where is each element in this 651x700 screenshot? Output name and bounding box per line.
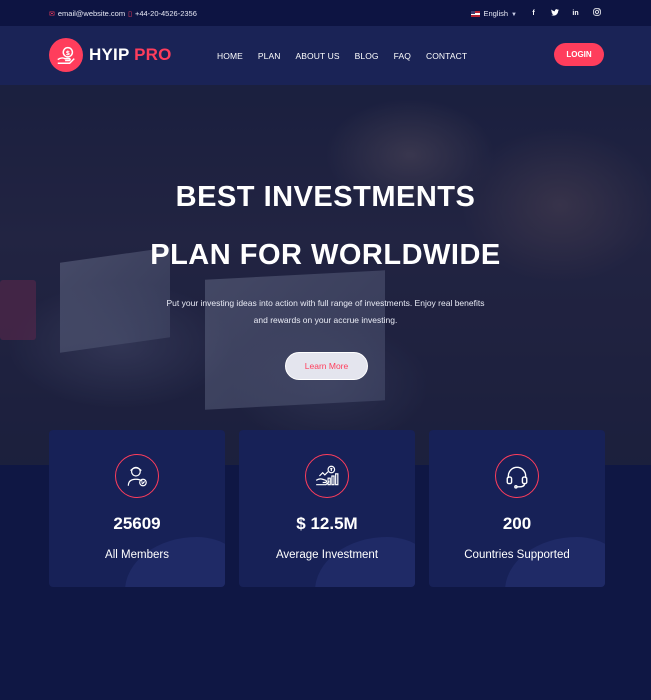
main-header: $ HYIP PRO HOME PLAN ABOUT US BLOG FAQ C… <box>0 26 651 85</box>
nav-item-home[interactable]: HOME <box>217 51 243 61</box>
investment-icon <box>305 454 349 498</box>
stat-value: 200 <box>502 514 532 533</box>
mail-icon: ✉ <box>49 10 55 18</box>
nav-item-about-us[interactable]: ABOUT US <box>296 51 340 61</box>
hero-description-line1: Put your investing ideas into action wit… <box>166 298 485 308</box>
us-flag-icon <box>471 10 481 17</box>
hero-title-line2: PLAN FOR WORLDWIDE <box>150 239 501 271</box>
stat-label: Average Investment <box>275 549 379 561</box>
hero-overlay <box>0 85 651 465</box>
stat-value: 25609 <box>113 514 161 533</box>
member-icon <box>115 454 159 498</box>
card-wave-decoration <box>505 537 605 587</box>
logo-text-primary: HYIP <box>89 45 130 64</box>
twitter-icon[interactable] <box>550 8 559 18</box>
stat-label: All Members <box>105 549 169 561</box>
learn-more-button[interactable]: Learn More <box>285 352 368 380</box>
language-selector[interactable]: English ▼ <box>471 9 517 18</box>
stat-card-investment: $ 12.5M Average Investment <box>239 430 415 587</box>
contact-info: ✉ email@website.com ▯ +44-20-4526-2356 <box>49 9 197 18</box>
topbar-right: English ▼ f in <box>471 8 601 18</box>
logo-text: HYIP PRO <box>89 45 172 65</box>
phone-link[interactable]: +44-20-4526-2356 <box>135 9 197 18</box>
stat-label: Countries Supported <box>464 549 570 561</box>
headset-icon <box>495 454 539 498</box>
login-button[interactable]: LOGIN <box>554 43 604 66</box>
logo-badge-icon: $ <box>49 38 83 72</box>
main-nav: HOME PLAN ABOUT US BLOG FAQ CONTACT <box>217 51 482 61</box>
email-link[interactable]: email@website.com <box>58 9 125 18</box>
logo-text-accent: PRO <box>134 45 172 64</box>
hero-description-line2: and rewards on your accrue investing. <box>253 315 398 325</box>
hero-title-line1: BEST INVESTMENTS <box>175 181 476 213</box>
facebook-icon[interactable]: f <box>529 10 538 17</box>
chevron-down-icon: ▼ <box>511 11 517 18</box>
stat-value: $ 12.5M <box>296 514 358 533</box>
stat-card-members: 25609 All Members <box>49 430 225 587</box>
card-wave-decoration <box>125 537 225 587</box>
nav-item-blog[interactable]: BLOG <box>355 51 379 61</box>
stat-card-countries: 200 Countries Supported <box>429 430 605 587</box>
top-bar: ✉ email@website.com ▯ +44-20-4526-2356 E… <box>0 0 651 26</box>
phone-icon: ▯ <box>128 10 132 18</box>
logo[interactable]: $ HYIP PRO <box>49 38 172 72</box>
nav-item-faq[interactable]: FAQ <box>394 51 411 61</box>
nav-item-plan[interactable]: PLAN <box>258 51 281 61</box>
instagram-icon[interactable] <box>592 8 601 18</box>
nav-item-contact[interactable]: CONTACT <box>426 51 467 61</box>
hero-description: Put your investing ideas into action wit… <box>0 295 651 329</box>
hero-section: BEST INVESTMENTS PLAN FOR WORLDWIDE Put … <box>0 85 651 465</box>
card-wave-decoration <box>315 537 415 587</box>
language-label: English <box>483 8 509 18</box>
logo-badge-symbol: $ <box>66 49 71 57</box>
linkedin-icon[interactable]: in <box>571 10 580 17</box>
